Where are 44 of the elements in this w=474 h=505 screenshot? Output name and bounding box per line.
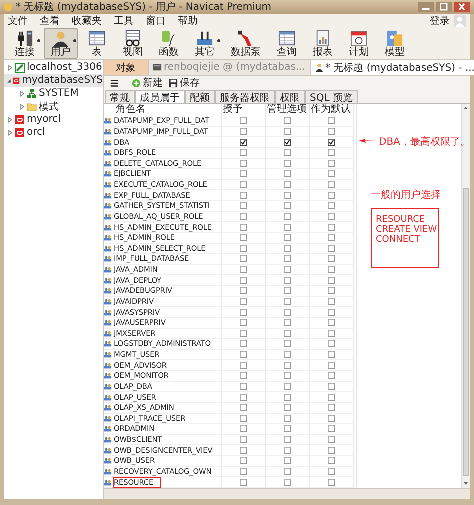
toolbar-button[interactable]: 视图 xyxy=(116,28,150,59)
login-link[interactable]: 登录 xyxy=(430,14,450,28)
column-header[interactable]: 授予 xyxy=(222,104,266,116)
tab[interactable]: 配额 xyxy=(185,90,215,103)
tree-item[interactable]: localhost_3306 xyxy=(4,61,103,74)
new-button[interactable]: 新建 xyxy=(131,76,164,90)
toolbar-button[interactable]: 函数 xyxy=(152,28,186,59)
menu-item[interactable]: 收藏夹 xyxy=(72,14,102,28)
tree-item[interactable]: mydatabaseSYS xyxy=(4,74,103,87)
menu-item[interactable]: 帮助 xyxy=(178,14,198,28)
toolbar-button[interactable]: 连接 xyxy=(8,28,42,59)
column-header[interactable]: 作为默认 xyxy=(310,104,354,116)
menu-item[interactable]: 工具 xyxy=(114,14,134,28)
toolbar-button[interactable]: 模型 xyxy=(378,28,412,59)
annotation-text: DBA，最高权限了。 xyxy=(379,136,470,150)
tab[interactable]: 对象 xyxy=(104,60,149,75)
tree-item[interactable]: SYSTEM xyxy=(4,87,103,100)
annotation-text: RESOURCE xyxy=(376,215,426,225)
menu-item[interactable]: 窗口 xyxy=(146,14,166,28)
toolbar-button[interactable]: 查询 xyxy=(270,28,304,59)
tree-item[interactable]: orcl xyxy=(4,126,103,139)
window-title: * 无标题 (mydatabaseSYS) - 用户 - Navicat Premium xyxy=(16,0,272,14)
annotation-text: CONNECT xyxy=(376,235,422,245)
column-header[interactable]: 管理选项 xyxy=(266,104,310,116)
annotation-text: 一般的用户选择 xyxy=(371,188,441,202)
column-header[interactable]: 角色名 xyxy=(104,104,222,116)
save-button[interactable]: 保存 xyxy=(168,76,201,90)
toolbar-button[interactable]: 表 xyxy=(80,28,114,59)
toolbar-button[interactable]: 计划 xyxy=(342,28,376,59)
tab[interactable]: 成员属于 xyxy=(135,90,185,103)
toolbar-button[interactable]: 用户 xyxy=(44,28,78,59)
tab[interactable]: 常规 xyxy=(105,90,135,103)
toolbar-button[interactable]: 数据泵 xyxy=(224,28,268,59)
tab[interactable]: 服务器权限 xyxy=(215,90,275,103)
tab[interactable]: SQL 预览 xyxy=(305,90,358,103)
tree-item[interactable]: myorcl xyxy=(4,113,103,126)
menu-item[interactable]: 查看 xyxy=(40,14,60,28)
toolbar-button[interactable]: 报表 xyxy=(306,28,340,59)
tree-item[interactable]: 模式 xyxy=(4,100,103,113)
tab[interactable]: * 无标题 (mydatabaseSYS) - ... xyxy=(310,60,474,75)
toolbar-button[interactable]: 其它 xyxy=(188,28,222,59)
tab[interactable]: 权限 xyxy=(275,90,305,103)
menu-item[interactable]: 文件 xyxy=(8,14,28,28)
annotation-text: CREATE VIEW xyxy=(376,225,438,235)
